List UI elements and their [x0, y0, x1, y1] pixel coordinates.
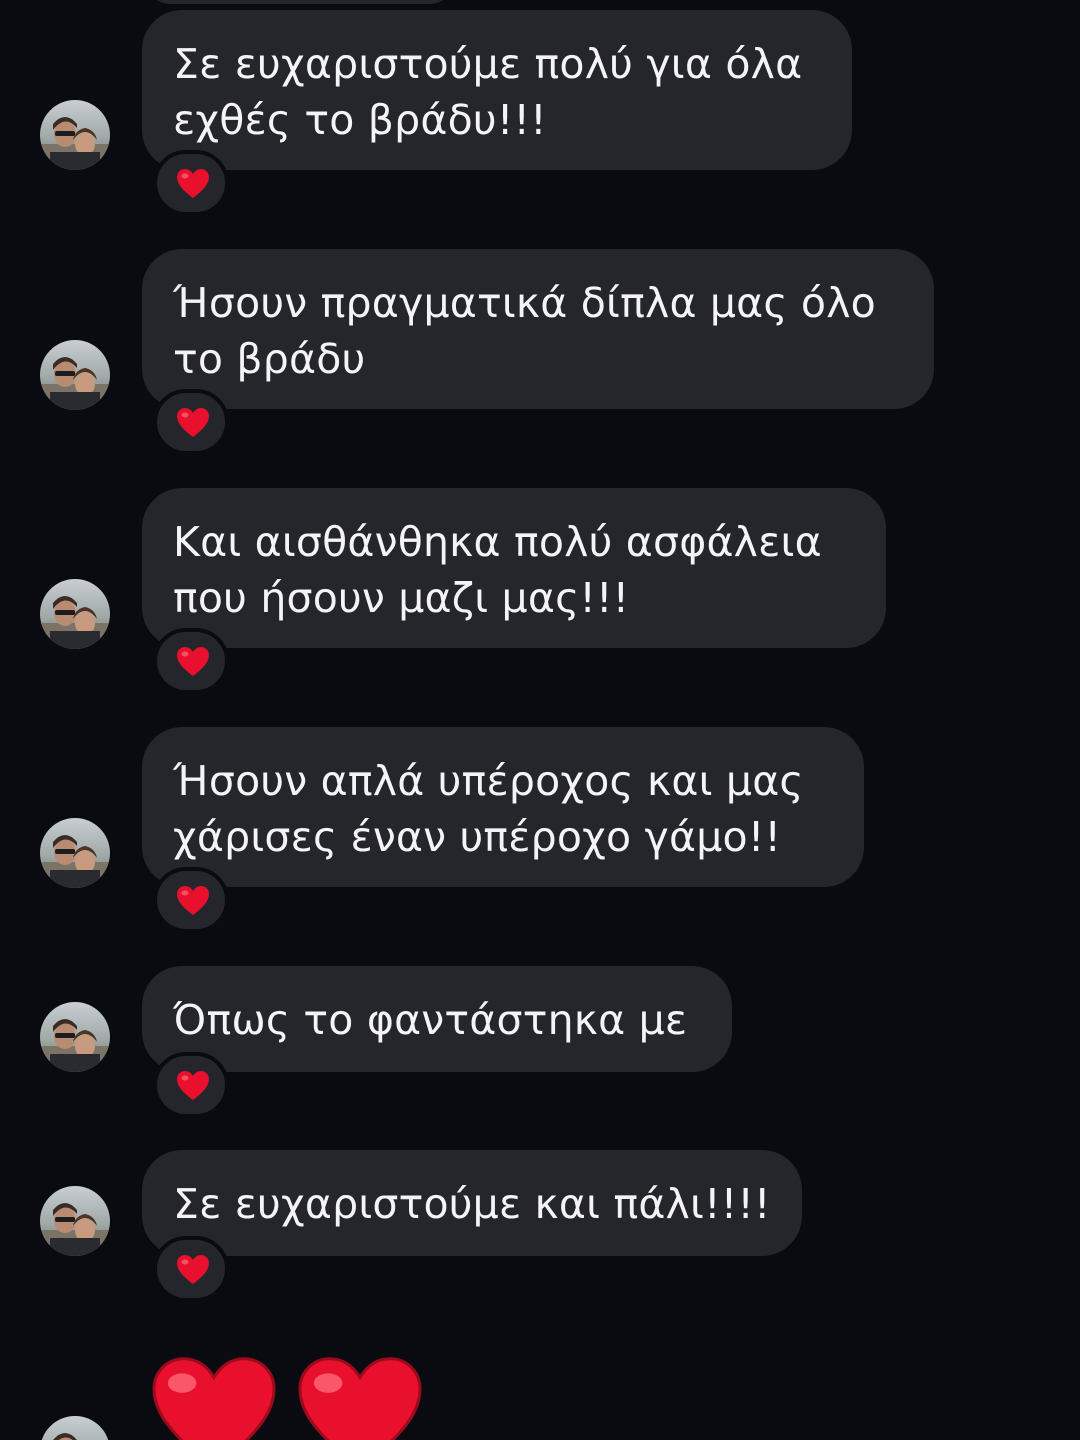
heart-emoji-icon [177, 1255, 209, 1284]
emoji-message[interactable] [0, 1340, 1080, 1440]
heart-reaction[interactable] [153, 867, 229, 933]
heart-emoji-icon [177, 169, 209, 198]
sender-avatar[interactable] [40, 1186, 110, 1256]
message-bubble[interactable]: Ήσουν πραγματικά δίπλα μας όλο το βράδυ [142, 249, 934, 409]
heart-emoji-icon [148, 1355, 280, 1440]
sender-avatar[interactable] [40, 100, 110, 170]
sender-avatar[interactable] [40, 1416, 110, 1440]
sender-avatar[interactable] [40, 340, 110, 410]
heart-emoji-icon [177, 408, 209, 437]
heart-reaction[interactable] [153, 1052, 229, 1118]
heart-reaction[interactable] [153, 389, 229, 455]
previous-message-bubble[interactable] [140, 0, 460, 4]
heart-reaction[interactable] [153, 1236, 229, 1302]
heart-emoji-icon [177, 647, 209, 676]
heart-emoji-icon [294, 1355, 426, 1440]
heart-emoji-icon [177, 1071, 209, 1100]
heart-reaction[interactable] [153, 150, 229, 216]
message-bubble[interactable]: Και αισθάνθηκα πολύ ασφάλεια που ήσουν μ… [142, 488, 886, 648]
heart-reaction[interactable] [153, 628, 229, 694]
message-bubble[interactable]: Σε ευχαριστούμε πολύ για όλα εχθές το βρ… [142, 10, 852, 170]
sender-avatar[interactable] [40, 818, 110, 888]
chat-thread: Σε ευχαριστούμε πολύ για όλα εχθές το βρ… [0, 0, 1080, 1440]
sender-avatar[interactable] [40, 1002, 110, 1072]
heart-emoji-icon [177, 886, 209, 915]
message-bubble[interactable]: Σε ευχαριστούμε και πάλι!!!! [142, 1150, 802, 1256]
sender-avatar[interactable] [40, 579, 110, 649]
message-bubble[interactable]: Ήσουν απλά υπέροχος και μας χάρισες έναν… [142, 727, 864, 887]
message-bubble[interactable]: Όπως το φαντάστηκα με [142, 966, 732, 1072]
